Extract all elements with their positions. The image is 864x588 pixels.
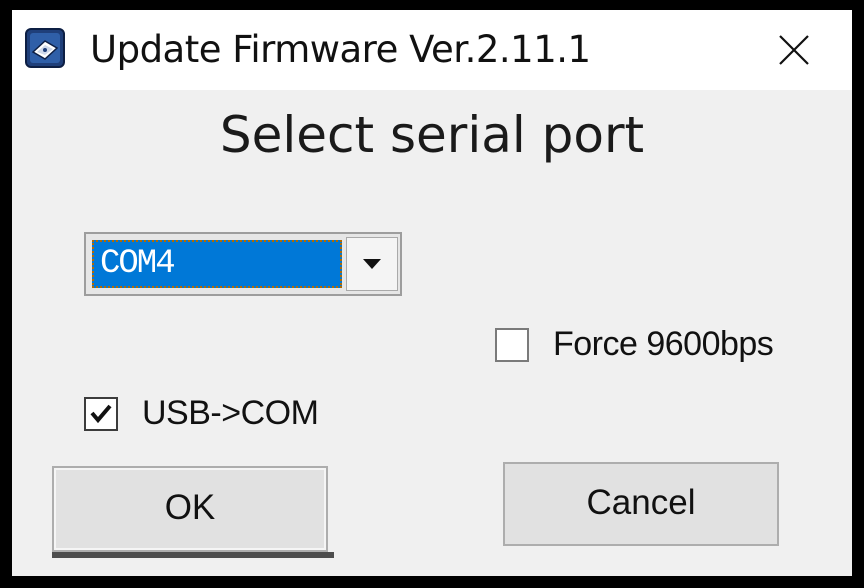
usb-com-checkbox[interactable] — [84, 396, 118, 431]
chevron-down-icon — [363, 259, 381, 269]
serial-port-value[interactable]: COM4 — [92, 240, 342, 288]
dialog-heading: Select serial port — [219, 106, 645, 164]
serial-port-select[interactable]: COM4 — [84, 232, 402, 296]
force-9600-checkbox[interactable] — [495, 327, 529, 362]
force-9600-option[interactable]: Force 9600bps — [495, 325, 774, 364]
force-9600-label: Force 9600bps — [553, 325, 774, 363]
ok-button[interactable]: OK — [52, 466, 334, 558]
dialog-window: Update Firmware Ver.2.11.1 Select serial… — [12, 10, 852, 576]
title-bar[interactable]: Update Firmware Ver.2.11.1 — [12, 10, 852, 90]
usb-com-option[interactable]: USB->COM — [84, 394, 319, 433]
cancel-button[interactable]: Cancel — [503, 462, 779, 546]
dropdown-button[interactable] — [346, 237, 398, 291]
checkmark-icon — [90, 404, 112, 423]
close-button[interactable] — [766, 24, 822, 76]
modem-icon — [25, 28, 65, 68]
close-icon — [779, 35, 809, 65]
usb-com-label: USB->COM — [142, 394, 319, 432]
window-title: Update Firmware Ver.2.11.1 — [90, 28, 591, 71]
